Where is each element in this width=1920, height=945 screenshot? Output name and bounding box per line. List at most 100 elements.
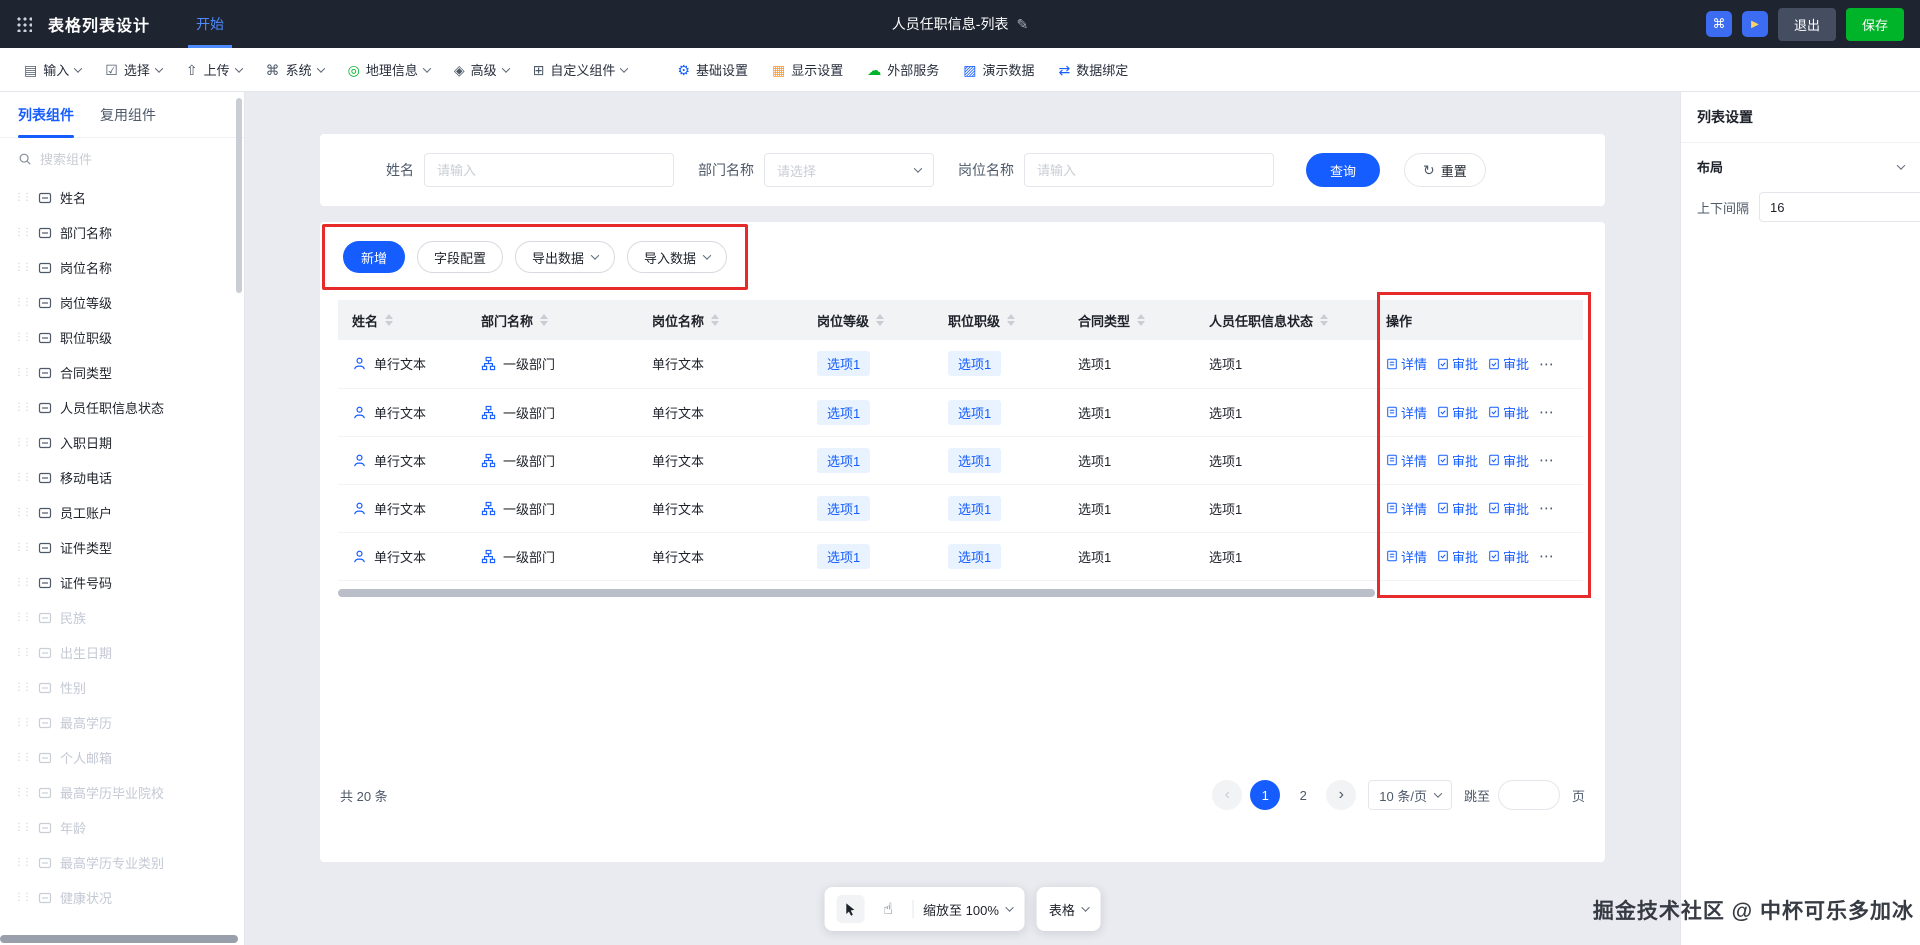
drag-handle-icon[interactable]: ⋮⋮ (14, 578, 30, 588)
sidebar-field-item[interactable]: ⋮⋮ 最高学历专业类别 (0, 845, 244, 880)
drag-handle-icon[interactable]: ⋮⋮ (14, 298, 30, 308)
toolbar-item[interactable]: ⇄ 数据绑定 (1048, 55, 1138, 85)
edit-title-icon[interactable]: ✎ (1016, 16, 1028, 33)
column-header[interactable]: 人员任职信息状态 (1195, 300, 1372, 340)
sidebar-field-item[interactable]: ⋮⋮ 健康状况 (0, 880, 244, 915)
page-button-2[interactable]: 2 (1288, 780, 1318, 810)
drag-handle-icon[interactable]: ⋮⋮ (14, 683, 30, 693)
sidebar-field-item[interactable]: ⋮⋮ 性别 (0, 670, 244, 705)
drag-handle-icon[interactable]: ⋮⋮ (14, 893, 30, 903)
drag-handle-icon[interactable]: ⋮⋮ (14, 788, 30, 798)
toolbar-item[interactable]: ⚙ 基础设置 (667, 55, 758, 85)
prev-page-button[interactable]: ‹ (1212, 780, 1242, 810)
column-header[interactable]: 姓名 (338, 300, 467, 340)
more-actions-icon[interactable]: ⋯ (1539, 355, 1555, 373)
column-header[interactable]: 岗位等级 (803, 300, 934, 340)
sidebar-field-item[interactable]: ⋮⋮ 职位职级 (0, 320, 244, 355)
drag-handle-icon[interactable]: ⋮⋮ (14, 403, 30, 413)
sidebar-field-item[interactable]: ⋮⋮ 姓名 (0, 180, 244, 215)
more-actions-icon[interactable]: ⋯ (1539, 451, 1555, 469)
row-gap-input[interactable] (1759, 192, 1920, 222)
toolbar-item[interactable]: ☑ 选择 (95, 55, 172, 85)
drag-handle-icon[interactable]: ⋮⋮ (14, 858, 30, 868)
filter-post-input[interactable] (1024, 153, 1274, 187)
import-data-button[interactable]: 导入数据 (627, 241, 727, 273)
drag-handle-icon[interactable]: ⋮⋮ (14, 613, 30, 623)
sort-icon[interactable] (540, 314, 548, 326)
filter-name-input[interactable] (424, 153, 674, 187)
sidebar-field-item[interactable]: ⋮⋮ 员工账户 (0, 495, 244, 530)
sort-icon[interactable] (385, 314, 393, 326)
sort-icon[interactable] (1137, 314, 1145, 326)
sidebar-field-item[interactable]: ⋮⋮ 证件号码 (0, 565, 244, 600)
drag-handle-icon[interactable]: ⋮⋮ (14, 438, 30, 448)
reset-button[interactable]: ↻ 重置 (1404, 153, 1486, 187)
sidebar-field-item[interactable]: ⋮⋮ 岗位名称 (0, 250, 244, 285)
approve-link[interactable]: 审批 (1488, 499, 1529, 518)
drag-handle-icon[interactable]: ⋮⋮ (14, 333, 30, 343)
tab-reusable-components[interactable]: 复用组件 (100, 92, 156, 138)
tab-start[interactable]: 开始 (196, 0, 224, 48)
approve-link[interactable]: 审批 (1437, 451, 1478, 470)
drag-handle-icon[interactable]: ⋮⋮ (14, 228, 30, 238)
column-header[interactable]: 合同类型 (1064, 300, 1195, 340)
filter-dept-select[interactable]: 请选择 (764, 153, 934, 187)
detail-link[interactable]: 详情 (1386, 354, 1427, 373)
page-size-select[interactable]: 10 条/页 (1368, 780, 1452, 810)
sidebar-field-item[interactable]: ⋮⋮ 移动电话 (0, 460, 244, 495)
pan-tool-button[interactable]: ☝ (874, 895, 902, 923)
sort-icon[interactable] (876, 314, 884, 326)
drag-handle-icon[interactable]: ⋮⋮ (14, 543, 30, 553)
approve-link[interactable]: 审批 (1488, 547, 1529, 566)
drag-handle-icon[interactable]: ⋮⋮ (14, 193, 30, 203)
sidebar-field-item[interactable]: ⋮⋮ 年龄 (0, 810, 244, 845)
approve-link[interactable]: 审批 (1488, 403, 1529, 422)
drag-handle-icon[interactable]: ⋮⋮ (14, 473, 30, 483)
shortcut-icon-button[interactable]: ⌘ (1706, 11, 1732, 37)
tab-list-components[interactable]: 列表组件 (18, 92, 74, 138)
search-input[interactable] (40, 152, 226, 167)
toolbar-item[interactable]: ◈ 高级 (444, 55, 519, 85)
toolbar-item[interactable]: ⊞ 自定义组件 (523, 55, 638, 85)
sort-icon[interactable] (711, 314, 719, 326)
column-header[interactable]: 操作 (1372, 300, 1583, 340)
toolbar-item[interactable]: ▤ 输入 (14, 55, 91, 85)
sort-icon[interactable] (1320, 314, 1328, 326)
toolbar-item[interactable]: ▦ 显示设置 (762, 55, 853, 85)
detail-link[interactable]: 详情 (1386, 547, 1427, 566)
more-actions-icon[interactable]: ⋯ (1539, 547, 1555, 565)
column-header[interactable]: 职位职级 (934, 300, 1064, 340)
view-mode-select[interactable]: 表格 (1049, 900, 1089, 919)
more-actions-icon[interactable]: ⋯ (1539, 499, 1555, 517)
approve-link[interactable]: 审批 (1488, 451, 1529, 470)
drag-handle-icon[interactable]: ⋮⋮ (14, 368, 30, 378)
toolbar-item[interactable]: ◎ 地理信息 (338, 55, 440, 85)
sidebar-field-item[interactable]: ⋮⋮ 民族 (0, 600, 244, 635)
save-button[interactable]: 保存 (1846, 8, 1904, 41)
approve-link[interactable]: 审批 (1437, 354, 1478, 373)
sidebar-field-item[interactable]: ⋮⋮ 岗位等级 (0, 285, 244, 320)
drag-handle-icon[interactable]: ⋮⋮ (14, 648, 30, 658)
zoom-select[interactable]: 缩放至 100% (923, 900, 1013, 919)
exit-button[interactable]: 退出 (1778, 8, 1836, 41)
drag-handle-icon[interactable]: ⋮⋮ (14, 263, 30, 273)
cursor-tool-button[interactable] (836, 895, 864, 923)
sidebar-horizontal-scrollbar[interactable] (0, 935, 238, 943)
sidebar-field-item[interactable]: ⋮⋮ 出生日期 (0, 635, 244, 670)
next-page-button[interactable]: › (1326, 780, 1356, 810)
toolbar-item[interactable]: ⌘ 系统 (256, 55, 334, 85)
column-header[interactable]: 部门名称 (467, 300, 638, 340)
approve-link[interactable]: 审批 (1437, 547, 1478, 566)
toolbar-item[interactable]: ▨ 演示数据 (953, 55, 1044, 85)
sidebar-field-item[interactable]: ⋮⋮ 最高学历毕业院校 (0, 775, 244, 810)
sidebar-vertical-scrollbar[interactable] (236, 98, 242, 293)
page-button-1[interactable]: 1 (1250, 780, 1280, 810)
sidebar-field-item[interactable]: ⋮⋮ 个人邮箱 (0, 740, 244, 775)
approve-link[interactable]: 审批 (1437, 499, 1478, 518)
export-data-button[interactable]: 导出数据 (515, 241, 615, 273)
toolbar-item[interactable]: ☁ 外部服务 (857, 55, 949, 85)
detail-link[interactable]: 详情 (1386, 499, 1427, 518)
app-grid-icon[interactable] (16, 16, 32, 32)
approve-link[interactable]: 审批 (1488, 354, 1529, 373)
sidebar-field-item[interactable]: ⋮⋮ 入职日期 (0, 425, 244, 460)
